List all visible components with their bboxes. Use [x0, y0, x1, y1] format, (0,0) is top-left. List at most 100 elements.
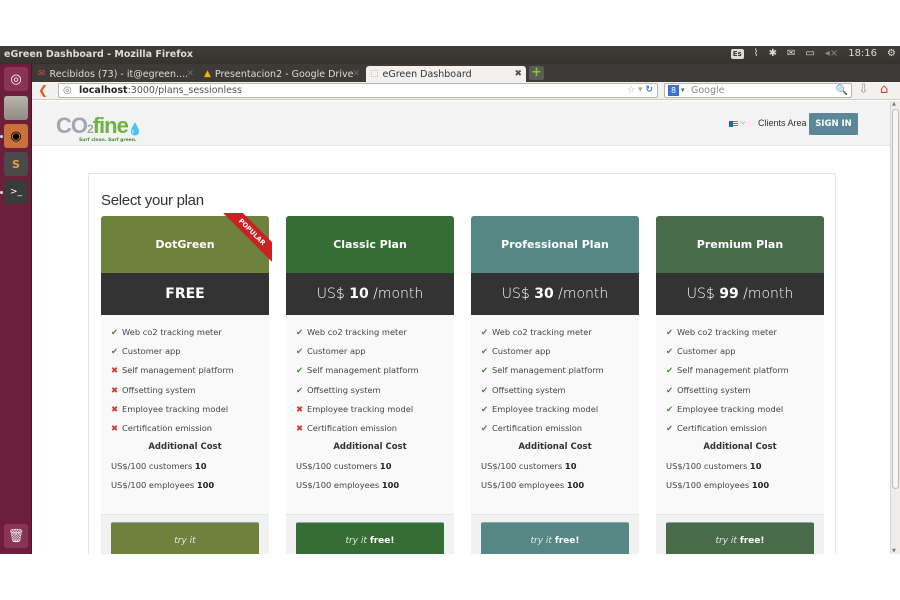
- search-bar[interactable]: 8 ▾ Google 🔍: [664, 83, 852, 98]
- feature-item: ✔ Offsetting system: [296, 381, 454, 400]
- plan-header: Classic Plan: [286, 216, 454, 273]
- feature-label: Certification emission: [307, 422, 398, 433]
- scroll-down-arrow-icon[interactable]: ▼: [892, 548, 896, 554]
- google-drive-icon: ▲: [204, 69, 211, 79]
- check-icon: ✔: [666, 366, 674, 377]
- tab-google-drive[interactable]: ▲ Presentacion2 - Google Drive ✕: [200, 66, 364, 82]
- ubuntu-top-panel: eGreen Dashboard - Mozilla Firefox Es ⌇ …: [0, 46, 900, 64]
- volume-muted-icon[interactable]: ◂×: [825, 48, 838, 59]
- trash-icon[interactable]: 🗑: [4, 524, 28, 548]
- clients-area-link[interactable]: Clients Area: [758, 118, 807, 128]
- cta-italic: try it: [715, 536, 737, 546]
- wifi-icon[interactable]: ⌇: [754, 48, 759, 59]
- cost-value: 100: [751, 480, 770, 491]
- close-tab-icon[interactable]: ✕: [352, 69, 360, 79]
- plan-price: US$ 30 /month: [471, 273, 639, 315]
- url-bar[interactable]: ◎ localhost:3000/plans_sessionless ☆ ▾ ↻: [58, 83, 658, 98]
- cross-icon: ✖: [296, 423, 304, 434]
- check-icon: ✔: [111, 328, 119, 338]
- price-period: /month: [373, 286, 424, 302]
- scroll-up-arrow-icon[interactable]: ▲: [892, 101, 896, 107]
- keyboard-layout-indicator[interactable]: Es: [730, 48, 744, 59]
- feature-item: ✔ Certification emission: [481, 419, 639, 438]
- tab-label: Recibidos (73) - it@egreen....: [49, 68, 189, 80]
- url-path: :3000/plans_sessionless: [127, 85, 242, 96]
- feature-item: ✔ Web co2 tracking meter: [296, 323, 454, 342]
- feature-label: Customer app: [122, 346, 181, 357]
- check-icon: ✔: [111, 347, 119, 358]
- bookmark-star-icon[interactable]: ☆: [627, 85, 635, 95]
- additional-cost-row: US$/100 customers 10: [101, 457, 269, 476]
- try-it-button[interactable]: try it free!: [481, 522, 629, 554]
- feature-label: Certification emission: [492, 422, 583, 433]
- dash-home-icon[interactable]: ◎: [4, 67, 28, 91]
- search-engine-dropdown-icon[interactable]: ▾: [681, 84, 685, 97]
- feature-item: ✔ Self management platform: [666, 361, 824, 380]
- new-tab-plus-icon[interactable]: +: [529, 66, 544, 80]
- co2fine-logo[interactable]: CO2fine💧: [56, 113, 143, 139]
- price-period: /month: [558, 286, 609, 302]
- google-search-engine-icon[interactable]: 8: [668, 85, 679, 96]
- cross-icon: ✖: [296, 404, 304, 415]
- feature-list: ✔ Web co2 tracking meter ✔ Customer app ✔ Sel…: [286, 315, 454, 438]
- logo-tagline: Surf clean. Surf green.: [79, 138, 137, 143]
- search-magnifier-icon[interactable]: 🔍: [836, 84, 848, 97]
- check-icon: ✔: [296, 347, 304, 358]
- clock[interactable]: 18:16: [848, 48, 877, 59]
- download-arrow-icon[interactable]: ⇩: [858, 82, 869, 97]
- check-icon: ✔: [296, 328, 304, 338]
- cost-label: US$/100 customers: [666, 461, 748, 472]
- scrollbar-thumb[interactable]: [892, 109, 899, 489]
- feature-label: Offsetting system: [122, 384, 196, 395]
- feature-item: ✔ Offsetting system: [481, 381, 639, 400]
- firefox-icon[interactable]: ◉: [4, 124, 28, 148]
- feature-item: ✔ Employee tracking model: [666, 400, 824, 419]
- feature-label: Web co2 tracking meter: [677, 327, 777, 337]
- dropdown-arrow-icon[interactable]: ▾: [638, 85, 643, 95]
- page-title: Select your plan: [101, 192, 204, 209]
- tab-label: eGreen Dashboard: [382, 68, 472, 80]
- sublime-text-icon[interactable]: S: [4, 152, 28, 176]
- feature-label: Certification emission: [122, 422, 213, 433]
- feature-item: ✖ Certification emission: [111, 419, 269, 438]
- sign-in-button[interactable]: SIGN IN: [809, 113, 858, 135]
- tab-egreen-dashboard[interactable]: ⬚ eGreen Dashboard ✖: [366, 66, 526, 82]
- power-gear-icon[interactable]: ⚙: [887, 48, 896, 59]
- files-icon[interactable]: [4, 96, 28, 120]
- mail-icon[interactable]: ✉: [787, 48, 795, 59]
- close-tab-icon[interactable]: ✖: [514, 69, 522, 79]
- tab-gmail[interactable]: ✉ Recibidos (73) - it@egreen.... ✕: [34, 66, 198, 82]
- page-scrollbar[interactable]: ▲ ▼: [890, 101, 900, 554]
- reload-icon[interactable]: ↻: [645, 85, 653, 95]
- feature-item: ✔ Self management platform: [296, 361, 454, 380]
- additional-cost-row: US$/100 employees 100: [286, 476, 454, 495]
- back-arrow-icon[interactable]: ❮: [38, 83, 48, 97]
- language-dropdown-icon[interactable]: ⌵: [740, 118, 745, 127]
- home-icon[interactable]: ⌂: [880, 82, 888, 97]
- check-icon: ✔: [666, 347, 674, 358]
- cost-value: 10: [564, 461, 577, 472]
- try-it-button[interactable]: try it free!: [296, 522, 444, 554]
- feature-item: ✖ Offsetting system: [111, 381, 269, 400]
- us-flag-icon[interactable]: [729, 121, 738, 127]
- check-icon: ✔: [481, 423, 489, 434]
- close-tab-icon[interactable]: ✕: [186, 69, 194, 79]
- price-currency: US$: [501, 286, 530, 302]
- try-it-button[interactable]: try it free!: [666, 522, 814, 554]
- try-it-button[interactable]: try it: [111, 522, 259, 554]
- plan-header: DotGreen POPULAR: [101, 213, 272, 273]
- check-icon: ✔: [481, 347, 489, 358]
- additional-cost-row: US$/100 employees 100: [656, 476, 824, 495]
- battery-icon[interactable]: ▭: [805, 48, 814, 59]
- additional-cost-row: US$/100 customers 10: [286, 457, 454, 476]
- feature-item: ✖ Self management platform: [111, 361, 269, 380]
- check-icon: ✔: [481, 366, 489, 377]
- additional-cost-heading: Additional Cost: [518, 442, 592, 453]
- feature-label: Web co2 tracking meter: [307, 327, 407, 337]
- terminal-icon[interactable]: >_: [4, 180, 28, 204]
- feature-label: Offsetting system: [677, 384, 751, 395]
- check-icon: ✔: [666, 423, 674, 434]
- feature-item: ✔ Web co2 tracking meter: [481, 323, 639, 342]
- cost-value: 10: [749, 461, 762, 472]
- bluetooth-icon[interactable]: ✱: [769, 48, 777, 59]
